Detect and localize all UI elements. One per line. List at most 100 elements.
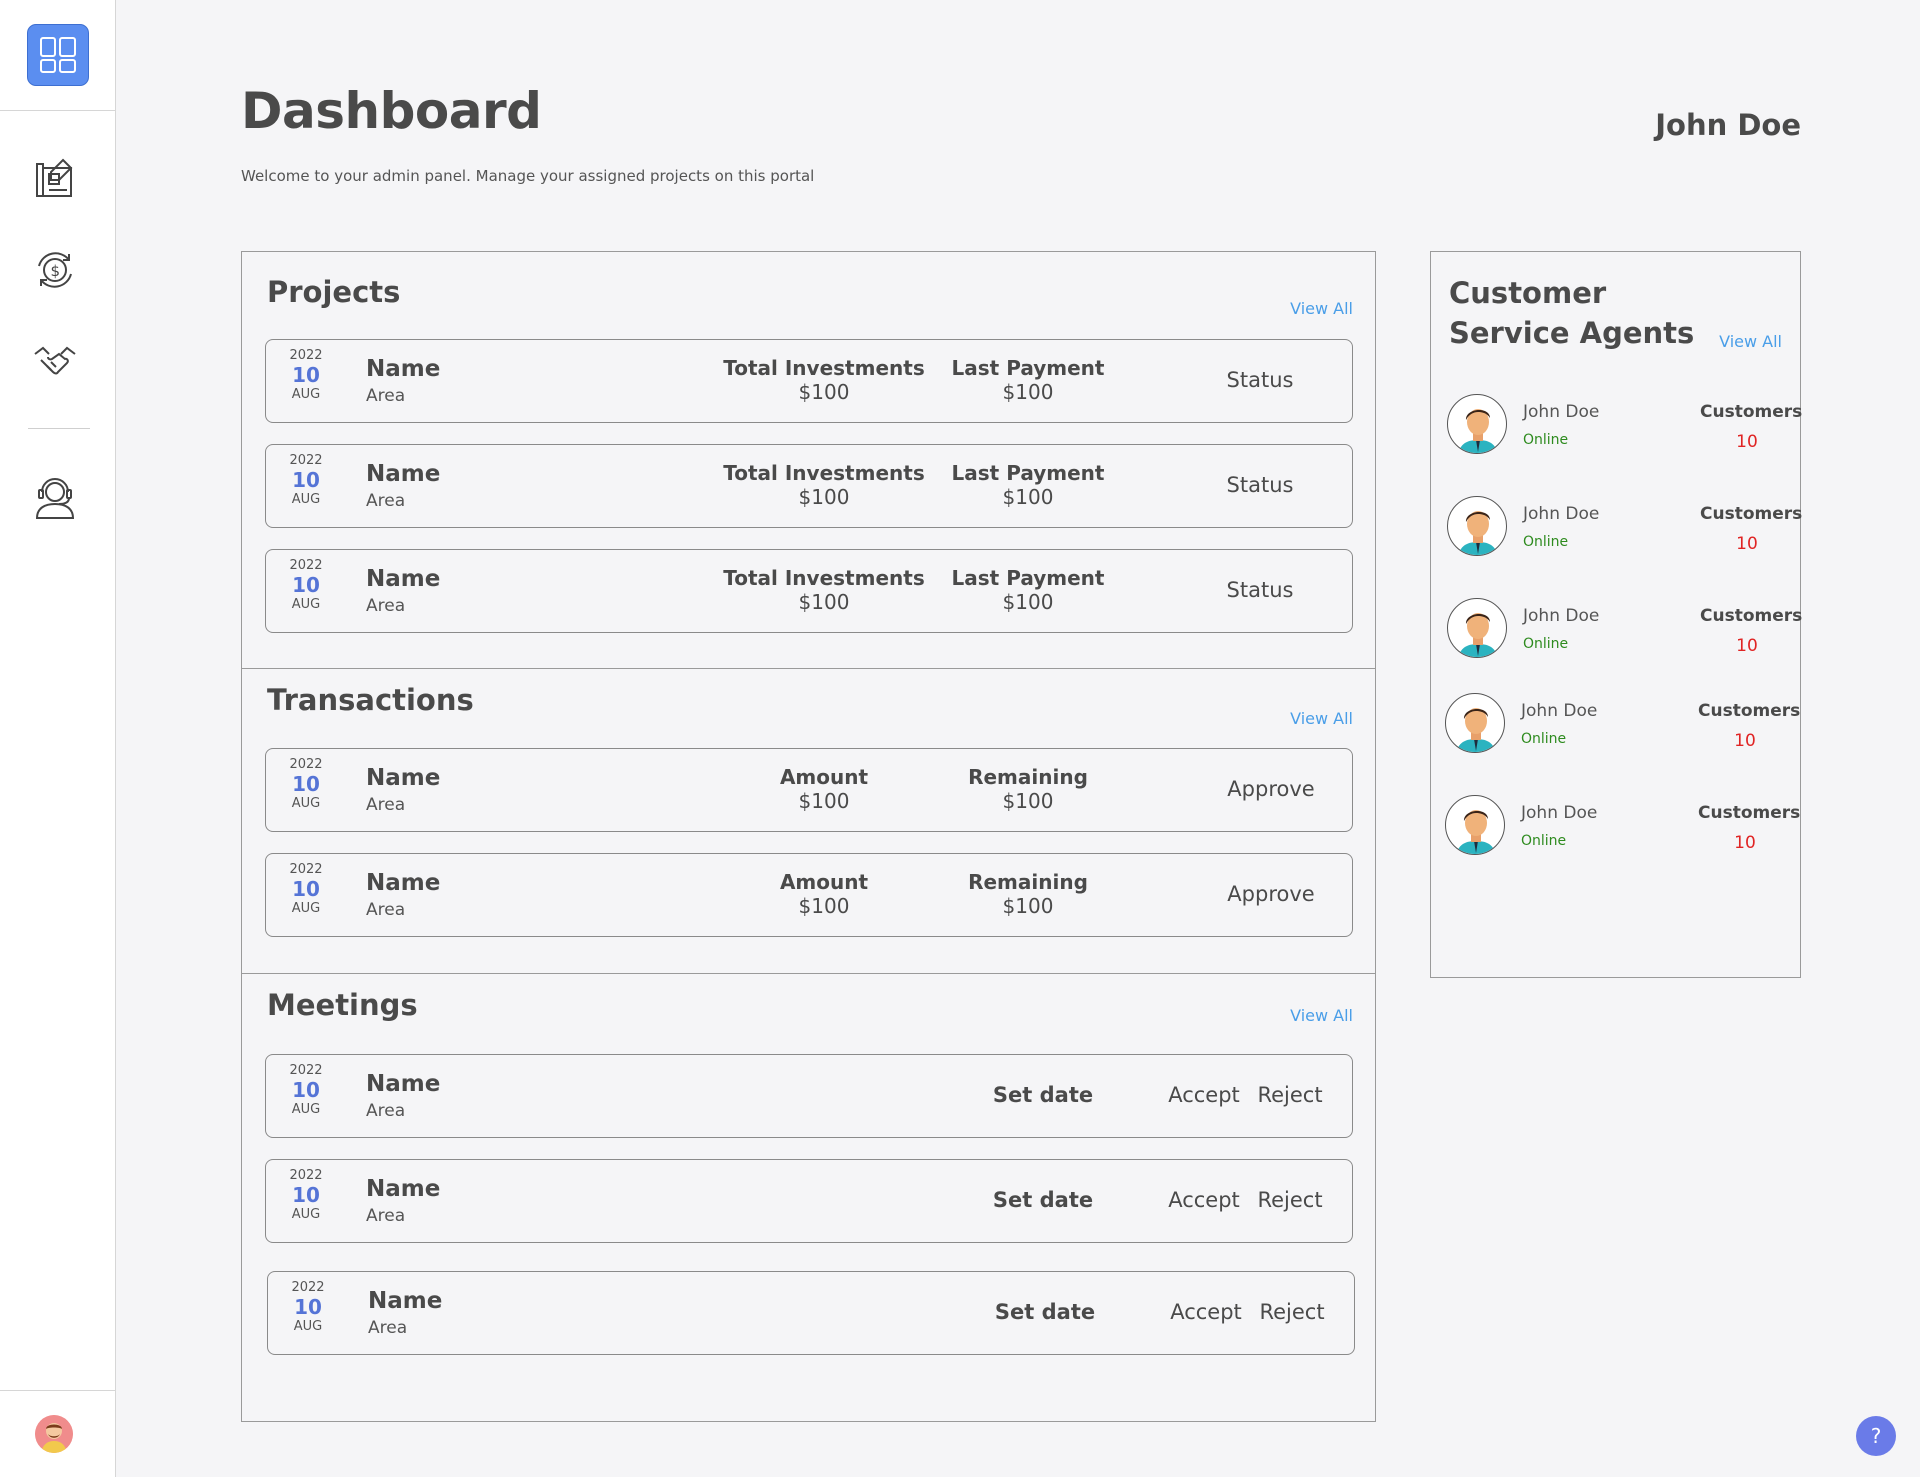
approve-button[interactable]: Approve: [1227, 777, 1314, 801]
agent-customers-count: 10: [1734, 731, 1756, 751]
total-investments: Total Investments $100: [723, 461, 924, 509]
money-cycle-icon[interactable]: $: [32, 247, 78, 293]
meeting-row[interactable]: 2022 10 AUG Name Area Set date Accept Re…: [267, 1271, 1355, 1355]
agent-name: John Doe: [1521, 701, 1598, 721]
last-payment-value: $100: [1002, 485, 1054, 509]
date-day: 10: [292, 1078, 320, 1102]
sidebar-footer: [0, 1390, 116, 1477]
meeting-row[interactable]: 2022 10 AUG Name Area Set date Accept Re…: [265, 1054, 1353, 1138]
date-day: 10: [294, 1295, 322, 1319]
agent-customers-label: Customers: [1700, 402, 1803, 422]
agent-status: Online: [1523, 432, 1569, 448]
row-area: Area: [366, 491, 406, 511]
agent-item[interactable]: John Doe Online Customers 10: [1447, 598, 1802, 662]
agent-customers-count: 10: [1734, 833, 1756, 853]
reject-button[interactable]: Reject: [1257, 1083, 1322, 1107]
agent-customers-label: Customers: [1698, 701, 1801, 721]
row-name: Name: [366, 1176, 441, 1202]
sidebar-divider: [28, 428, 90, 429]
date-day: 10: [292, 573, 320, 597]
approve-button[interactable]: Approve: [1227, 882, 1314, 906]
reject-button[interactable]: Reject: [1259, 1300, 1324, 1324]
dashboard-icon[interactable]: [27, 24, 89, 86]
project-row[interactable]: 2022 10 AUG Name Area Total Investments …: [265, 339, 1353, 423]
meetings-view-all-link[interactable]: View All: [1290, 1006, 1353, 1025]
agent-status: Online: [1523, 534, 1569, 550]
row-name: Name: [366, 870, 441, 896]
last-payment-label: Last Payment: [951, 566, 1105, 590]
total-investments-label: Total Investments: [723, 566, 925, 590]
remaining: Remaining $100: [968, 870, 1088, 918]
meeting-row[interactable]: 2022 10 AUG Name Area Set date Accept Re…: [265, 1159, 1353, 1243]
date-day: 10: [292, 468, 320, 492]
last-payment-label: Last Payment: [951, 356, 1105, 380]
total-investments-label: Total Investments: [723, 461, 925, 485]
agents-view-all-link[interactable]: View All: [1719, 332, 1782, 351]
amount-value: $100: [798, 894, 850, 918]
date-year: 2022: [289, 348, 323, 363]
customer-support-icon[interactable]: [32, 474, 78, 520]
row-name: Name: [366, 566, 441, 592]
date-block: 2022 10 AUG: [282, 862, 330, 916]
set-date-button[interactable]: Set date: [995, 1300, 1095, 1324]
amount-value: $100: [798, 789, 850, 813]
set-date-button[interactable]: Set date: [993, 1083, 1093, 1107]
agent-item[interactable]: John Doe Online Customers 10: [1445, 795, 1800, 859]
last-payment: Last Payment $100: [952, 461, 1105, 509]
current-user-name[interactable]: John Doe: [1655, 108, 1801, 142]
accept-button[interactable]: Accept: [1168, 1188, 1240, 1212]
agent-item[interactable]: John Doe Online Customers 10: [1447, 394, 1802, 458]
agent-customers-count: 10: [1736, 636, 1758, 656]
transaction-row[interactable]: 2022 10 AUG Name Area Amount $100 Remain…: [265, 748, 1353, 832]
date-month: AUG: [291, 901, 321, 916]
date-day: 10: [292, 363, 320, 387]
amount: Amount $100: [780, 870, 868, 918]
row-area: Area: [366, 1206, 406, 1226]
remaining-value: $100: [1002, 789, 1054, 813]
agent-name: John Doe: [1521, 803, 1598, 823]
remaining: Remaining $100: [968, 765, 1088, 813]
remaining-value: $100: [1002, 894, 1054, 918]
amount-label: Amount: [779, 765, 869, 789]
projects-blueprint-icon[interactable]: [32, 155, 78, 201]
last-payment-value: $100: [1002, 380, 1054, 404]
remaining-label: Remaining: [968, 765, 1088, 789]
row-name: Name: [366, 1071, 441, 1097]
agents-title: Customer Service Agents: [1449, 276, 1695, 350]
meetings-section: Meetings View All 2022 10 AUG Name Area …: [242, 974, 1375, 1421]
agent-item[interactable]: John Doe Online Customers 10: [1445, 693, 1800, 757]
projects-section: Projects View All 2022 10 AUG Name Area …: [242, 252, 1375, 668]
total-investments-value: $100: [798, 380, 850, 404]
last-payment: Last Payment $100: [952, 566, 1105, 614]
project-row[interactable]: 2022 10 AUG Name Area Total Investments …: [265, 549, 1353, 633]
sidebar-logo-area: [0, 0, 116, 111]
date-block: 2022 10 AUG: [282, 1168, 330, 1222]
row-name: Name: [368, 1288, 443, 1314]
transaction-row[interactable]: 2022 10 AUG Name Area Amount $100 Remain…: [265, 853, 1353, 937]
row-area: Area: [366, 386, 406, 406]
total-investments: Total Investments $100: [723, 566, 924, 614]
project-row[interactable]: 2022 10 AUG Name Area Total Investments …: [265, 444, 1353, 528]
sidebar: $: [0, 0, 116, 1477]
date-day: 10: [292, 1183, 320, 1207]
reject-button[interactable]: Reject: [1257, 1188, 1322, 1212]
agent-avatar-icon: [1445, 795, 1505, 855]
user-avatar-icon[interactable]: [35, 1415, 73, 1453]
projects-view-all-link[interactable]: View All: [1290, 299, 1353, 318]
agent-customers-count: 10: [1736, 432, 1758, 452]
row-area: Area: [366, 900, 406, 920]
agent-name: John Doe: [1523, 402, 1600, 422]
agent-name: John Doe: [1523, 504, 1600, 524]
row-area: Area: [366, 1101, 406, 1121]
transactions-view-all-link[interactable]: View All: [1290, 709, 1353, 728]
handshake-icon[interactable]: [32, 339, 78, 385]
last-payment: Last Payment $100: [952, 356, 1105, 404]
agent-item[interactable]: John Doe Online Customers 10: [1447, 496, 1802, 560]
set-date-button[interactable]: Set date: [993, 1188, 1093, 1212]
date-year: 2022: [289, 453, 323, 468]
row-name: Name: [366, 356, 441, 382]
agent-customers-label: Customers: [1700, 504, 1803, 524]
accept-button[interactable]: Accept: [1168, 1083, 1240, 1107]
accept-button[interactable]: Accept: [1170, 1300, 1242, 1324]
help-button[interactable]: ?: [1856, 1416, 1896, 1456]
